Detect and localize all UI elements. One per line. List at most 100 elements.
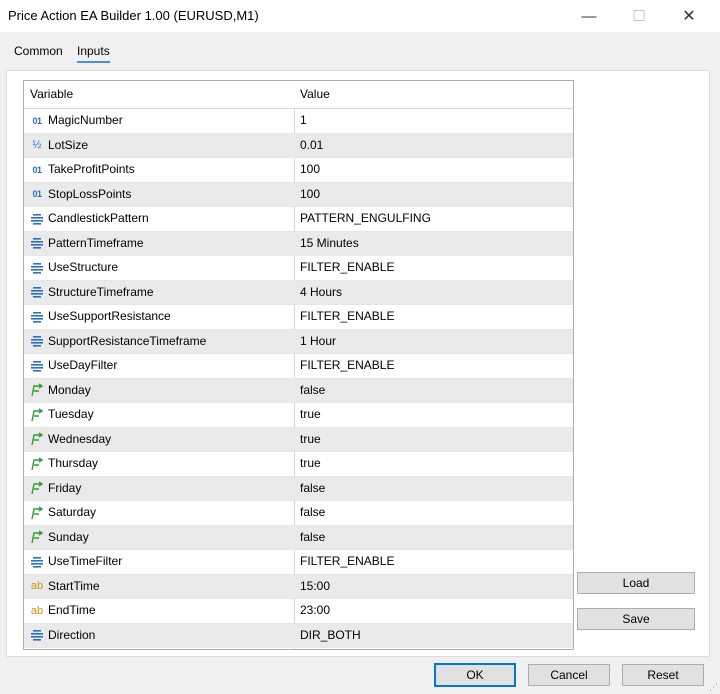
value-cell[interactable]: FILTER_ENABLE [300, 354, 394, 378]
table-row[interactable]: Sunday false [24, 525, 573, 550]
variable-cell: 01 TakeProfitPoints [30, 158, 135, 182]
table-row[interactable]: Direction DIR_BOTH [24, 623, 573, 648]
close-icon[interactable]: ✕ [666, 0, 712, 32]
title-bar[interactable]: Price Action EA Builder 1.00 (EURUSD,M1)… [0, 0, 720, 32]
column-header-value[interactable]: Value [300, 81, 330, 108]
value-cell[interactable]: true [300, 428, 321, 452]
variable-cell: 01 StopLossPoints [30, 183, 131, 207]
variable-name: Saturday [48, 505, 97, 519]
table-row[interactable]: 01 MagicNumber 1 [24, 109, 573, 134]
value-cell[interactable]: DIR_BOTH [300, 624, 361, 648]
table-row[interactable]: 01 StopLossPoints 100 [24, 182, 573, 207]
table-row[interactable]: UseDayFilter FILTER_ENABLE [24, 354, 573, 379]
table-row[interactable]: StructureTimeframe 4 Hours [24, 280, 573, 305]
tab-inputs[interactable]: Inputs [77, 44, 110, 63]
value-cell[interactable]: 15 Minutes [300, 232, 359, 256]
reset-button[interactable]: Reset [622, 664, 704, 686]
table-row[interactable]: ab StartTime 15:00 [24, 574, 573, 599]
variable-cell: PatternTimeframe [30, 232, 144, 256]
table-row[interactable]: Wednesday true [24, 427, 573, 452]
variable-cell: StructureTimeframe [30, 281, 154, 305]
variable-name: EndTime [48, 603, 96, 617]
variable-cell: ab EndTime [30, 599, 96, 623]
table-row[interactable]: SupportResistanceTimeframe 1 Hour [24, 329, 573, 354]
inputs-grid[interactable]: Variable Value 01 MagicNumber 1 ½ LotSize 0.0… [23, 80, 574, 650]
column-header-variable[interactable]: Variable [30, 81, 73, 108]
variable-name: UseSupportResistance [48, 309, 171, 323]
cancel-button[interactable]: Cancel [528, 664, 610, 686]
table-row[interactable]: Tuesday true [24, 403, 573, 428]
table-row[interactable]: UseSupportResistance FILTER_ENABLE [24, 305, 573, 330]
enum-type-icon [30, 359, 44, 373]
variable-name: Wednesday [48, 431, 112, 446]
variable-name: Monday [48, 382, 91, 397]
variable-name: Tuesday [48, 407, 94, 421]
maximize-icon[interactable]: ☐ [616, 0, 662, 32]
boolean-type-icon [30, 530, 44, 544]
table-row[interactable]: Monday false [24, 378, 573, 403]
inputs-panel: Variable Value 01 MagicNumber 1 ½ LotSize 0.0… [6, 70, 710, 657]
variable-name: UseStructure [48, 260, 119, 274]
value-cell[interactable]: false [300, 501, 325, 525]
variable-name: Direction [48, 627, 96, 642]
table-row[interactable]: UseTimeFilter FILTER_ENABLE [24, 550, 573, 575]
value-cell[interactable]: 4 Hours [300, 281, 342, 305]
value-cell[interactable]: true [300, 403, 321, 427]
table-row[interactable]: Saturday false [24, 501, 573, 526]
boolean-type-icon [30, 506, 44, 520]
value-cell[interactable]: true [300, 452, 321, 476]
string-type-icon: ab [30, 580, 44, 593]
variable-name: Sunday [48, 529, 89, 544]
variable-cell: Tuesday [30, 403, 94, 427]
enum-type-icon [30, 212, 44, 226]
enum-type-icon [30, 285, 44, 299]
value-cell[interactable]: 1 Hour [300, 330, 336, 354]
table-row[interactable]: ab EndTime 23:00 [24, 599, 573, 624]
value-cell[interactable]: 1 [300, 109, 307, 133]
value-cell[interactable]: FILTER_ENABLE [300, 256, 394, 280]
boolean-type-icon [30, 432, 44, 446]
boolean-type-icon [30, 481, 44, 495]
variable-cell: UseSupportResistance [30, 305, 171, 329]
variable-cell: SupportResistanceTimeframe [30, 330, 206, 354]
value-cell[interactable]: false [300, 379, 325, 403]
variable-name: UseTimeFilter [48, 554, 123, 568]
table-row[interactable]: ½ LotSize 0.01 [24, 133, 573, 158]
variable-cell: Wednesday [30, 428, 111, 452]
variable-cell: Monday [30, 379, 91, 403]
variable-name: MagicNumber [48, 113, 123, 127]
variable-name: PatternTimeframe [48, 235, 144, 250]
resize-grip-icon[interactable]: ⋰ [708, 682, 718, 692]
table-row[interactable]: 01 TakeProfitPoints 100 [24, 158, 573, 183]
load-button[interactable]: Load [577, 572, 695, 594]
boolean-type-icon [30, 457, 44, 471]
boolean-type-icon [30, 383, 44, 397]
value-cell[interactable]: 0.01 [300, 134, 323, 158]
tab-common[interactable]: Common [14, 44, 63, 58]
value-cell[interactable]: 100 [300, 158, 320, 182]
variable-name: StopLossPoints [48, 186, 132, 201]
value-cell[interactable]: FILTER_ENABLE [300, 305, 394, 329]
table-row[interactable]: Friday false [24, 476, 573, 501]
integer-type-icon: 01 [32, 164, 42, 175]
table-row[interactable]: Thursday true [24, 452, 573, 477]
value-cell[interactable]: 23:00 [300, 599, 330, 623]
value-cell[interactable]: 15:00 [300, 575, 330, 599]
variable-cell: Sunday [30, 526, 89, 550]
enum-type-icon [30, 261, 44, 275]
table-row[interactable]: CandlestickPattern PATTERN_ENGULFING [24, 207, 573, 232]
value-cell[interactable]: FILTER_ENABLE [300, 550, 394, 574]
variable-name: StartTime [48, 578, 100, 593]
value-cell[interactable]: 100 [300, 183, 320, 207]
table-row[interactable]: PatternTimeframe 15 Minutes [24, 231, 573, 256]
value-cell[interactable]: PATTERN_ENGULFING [300, 207, 431, 231]
variable-name: TakeProfitPoints [48, 162, 135, 176]
save-button[interactable]: Save [577, 608, 695, 630]
minimize-icon[interactable]: — [566, 0, 612, 32]
variable-cell: ½ LotSize [30, 134, 88, 158]
ok-button[interactable]: OK [434, 663, 516, 687]
table-row[interactable]: UseStructure FILTER_ENABLE [24, 256, 573, 281]
value-cell[interactable]: false [300, 477, 325, 501]
value-cell[interactable]: false [300, 526, 325, 550]
variable-name: SupportResistanceTimeframe [48, 333, 207, 348]
